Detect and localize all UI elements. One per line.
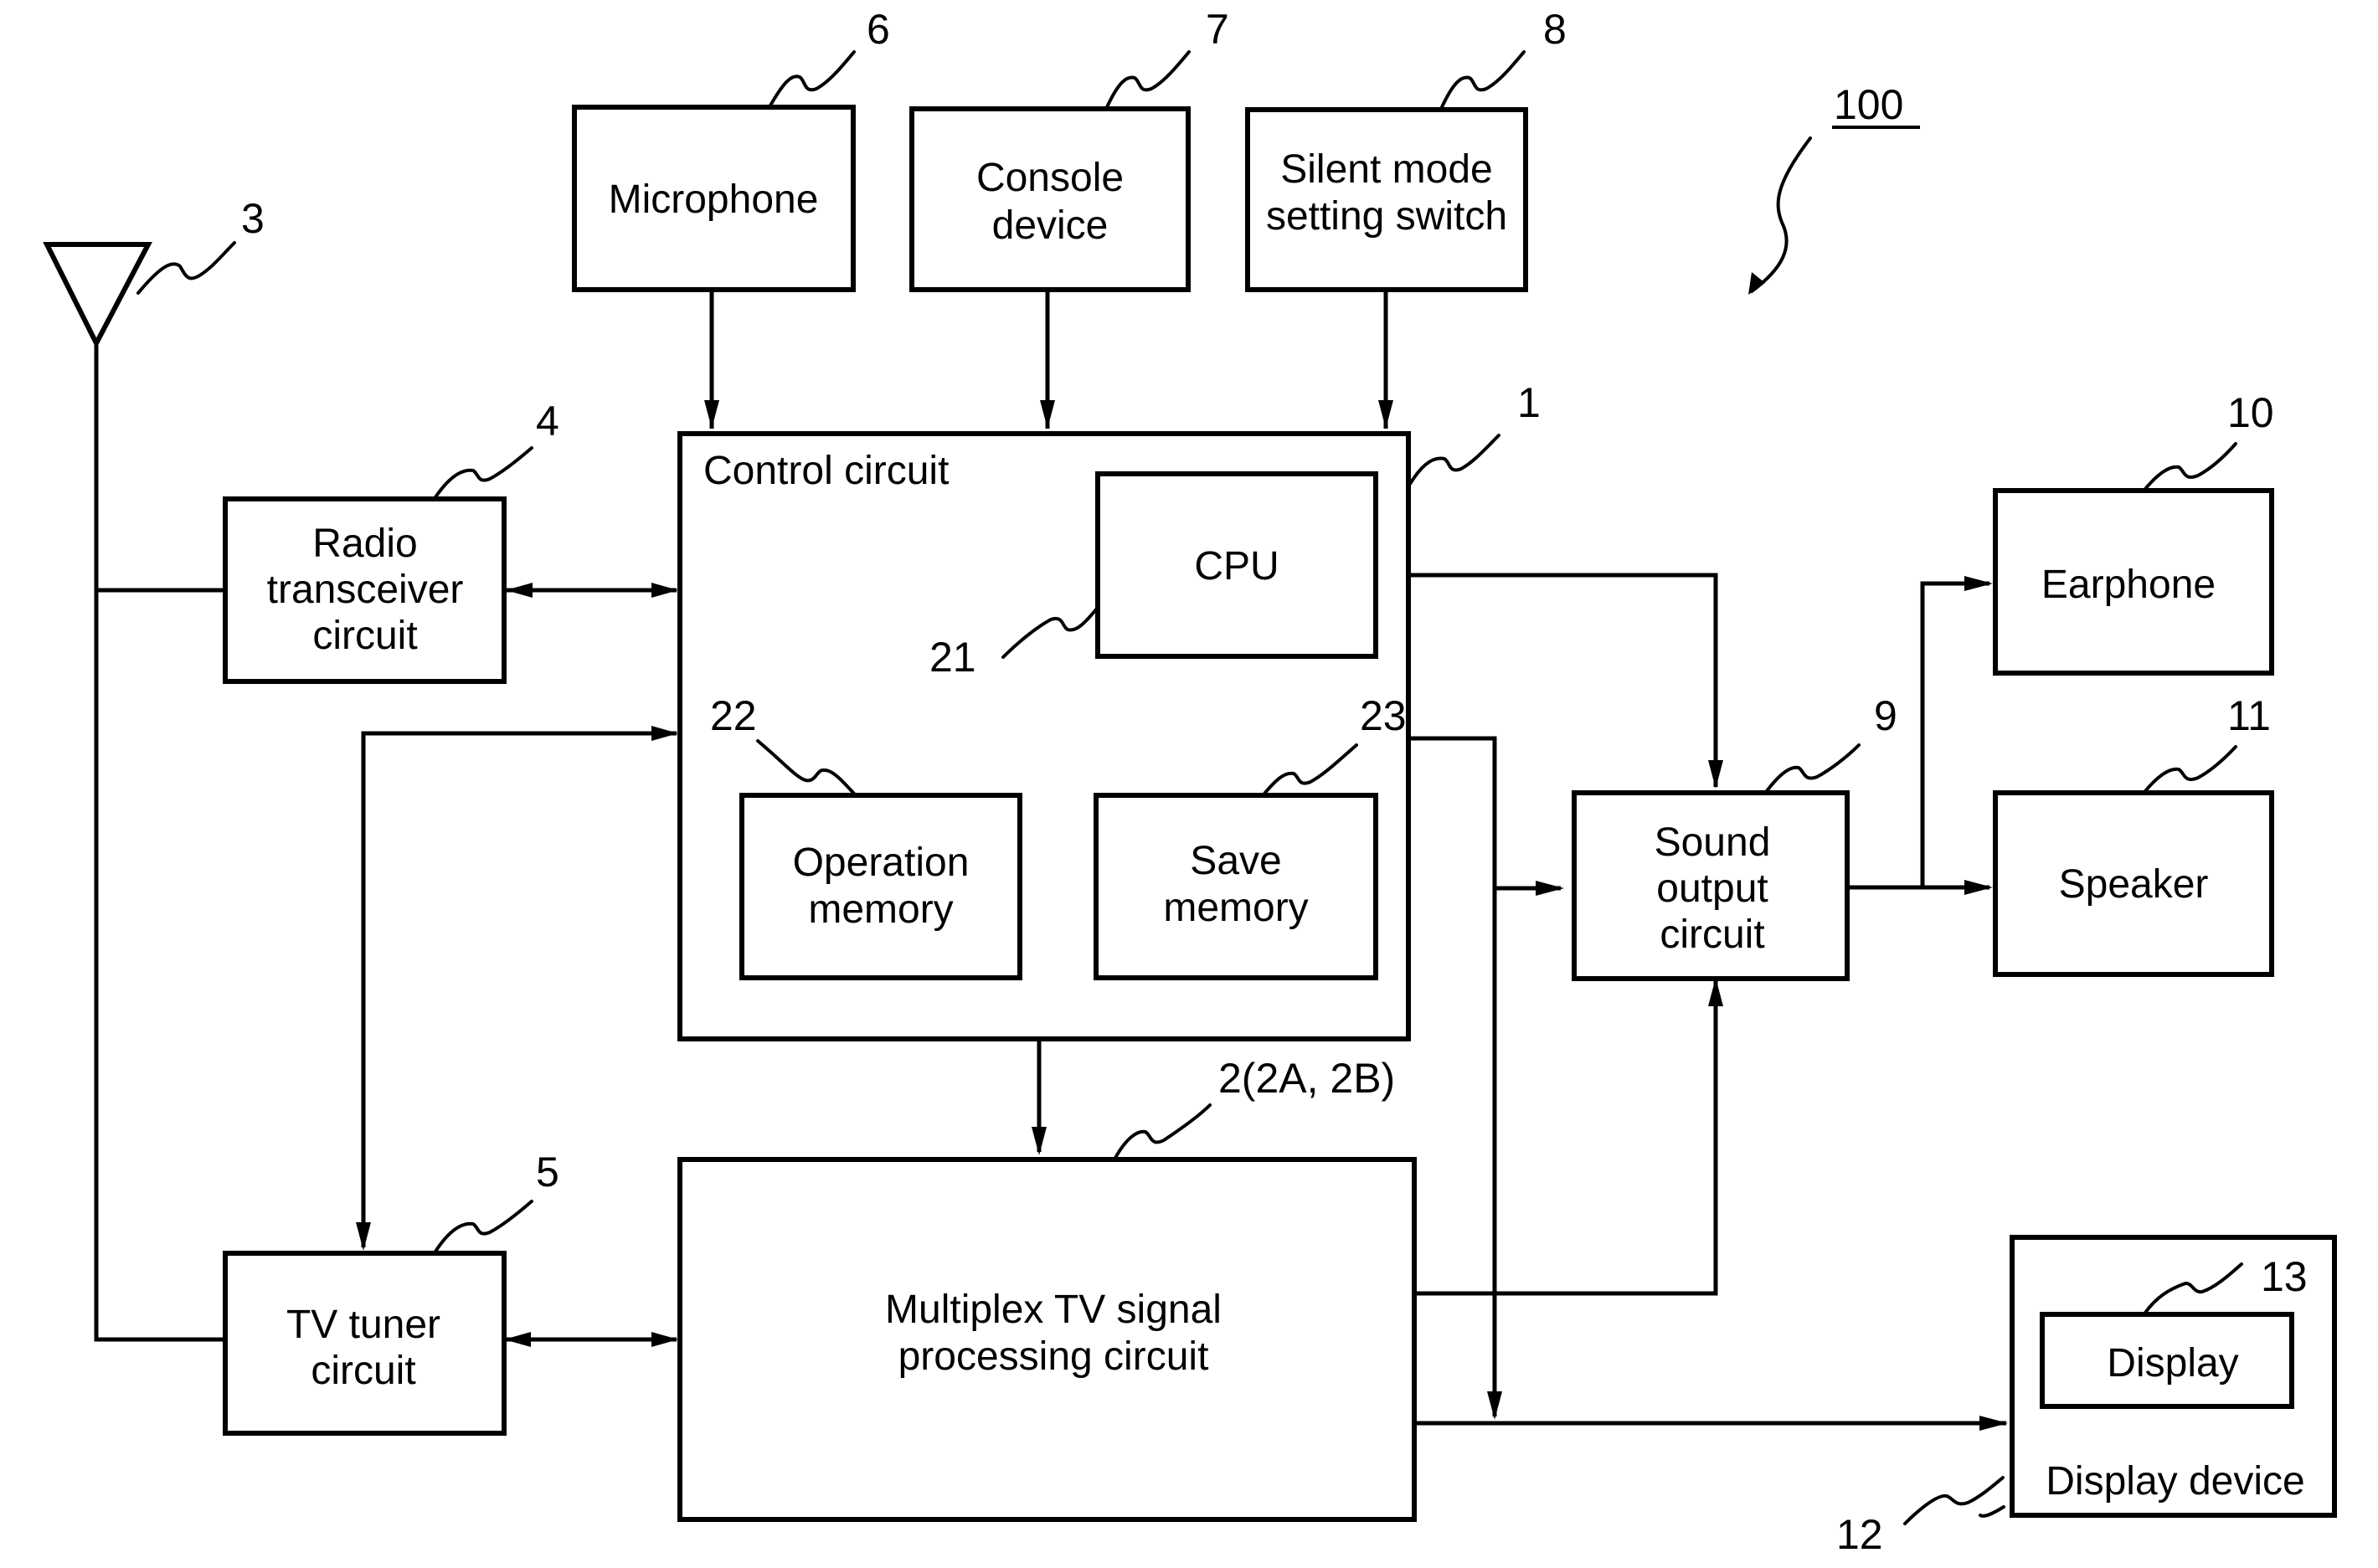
operation-memory-label-line2: memory — [808, 887, 953, 932]
silent-switch-ref: 8 — [1543, 6, 1567, 53]
wire-control-sound — [1408, 573, 1718, 787]
arrowhead — [1536, 881, 1564, 896]
arrowhead — [356, 1222, 371, 1251]
arrowhead — [651, 726, 678, 741]
figure-reference-number: 100 — [1834, 81, 1903, 128]
microphone-label: Microphone — [609, 177, 819, 222]
speaker-block: Speaker 11 — [1993, 692, 2274, 977]
console-label-line1: Console — [976, 156, 1124, 200]
block-diagram: 100 3 Microphone 6 Console device 7 Sile… — [43, 6, 2337, 1558]
control-leader — [1408, 434, 1500, 486]
arrowhead — [1040, 400, 1055, 429]
arrowhead — [1032, 1127, 1047, 1155]
arrowhead — [504, 1332, 531, 1347]
arrowhead — [651, 1332, 678, 1347]
console-ref: 7 — [1206, 6, 1229, 53]
save-memory-label-line2: memory — [1163, 886, 1308, 930]
arrowhead — [506, 583, 533, 598]
radio-ref: 4 — [536, 398, 559, 445]
display-ref: 13 — [2261, 1253, 2308, 1300]
silent-switch-label-line1: Silent mode — [1280, 147, 1492, 192]
antenna-ref: 3 — [241, 195, 265, 242]
sound-output-block: Sound output circuit 9 — [1572, 692, 1897, 981]
control-ref: 1 — [1517, 379, 1541, 426]
wire-antenna-tvtuner — [94, 343, 225, 1342]
tv-tuner-label-line2: circuit — [311, 1349, 415, 1393]
wire-multiplex-sound — [1414, 981, 1718, 1296]
arrowhead — [704, 400, 719, 429]
operation-memory-label-line1: Operation — [793, 841, 970, 885]
antenna: 3 — [43, 195, 265, 349]
figure-reference-arrowhead — [1748, 272, 1765, 295]
wire-control-bus — [1408, 736, 1497, 1416]
tv-tuner-leader — [434, 1200, 533, 1253]
cpu-label: CPU — [1194, 544, 1279, 589]
arrowhead — [1487, 1391, 1502, 1420]
arrowhead — [1378, 400, 1393, 429]
cpu-ref: 21 — [929, 634, 976, 681]
speaker-ref: 11 — [2227, 692, 2271, 739]
radio-label-line2: transceiver — [267, 568, 464, 612]
operation-memory-box — [739, 793, 1022, 980]
tv-tuner-ref: 5 — [536, 1149, 559, 1195]
wire-sound-earphone — [1847, 581, 1989, 890]
multiplex-block: Multiplex TV signal processing circuit 2… — [677, 1055, 1417, 1522]
microphone-block: Microphone 6 — [572, 6, 890, 292]
arrowhead — [1708, 978, 1723, 1006]
radio-label-line3: circuit — [312, 614, 417, 658]
silent-switch-leader — [1440, 50, 1526, 109]
earphone-block: Earphone 10 — [1993, 389, 2274, 676]
microphone-leader — [769, 50, 856, 107]
arrowhead — [1979, 1416, 2008, 1431]
display-device-ref: 12 — [1836, 1511, 1883, 1558]
save-memory-ref: 23 — [1360, 692, 1407, 739]
radio-label-line1: Radio — [312, 522, 417, 566]
operation-memory-ref: 22 — [710, 692, 757, 739]
figure-reference-leader — [1750, 136, 1812, 293]
tv-tuner-block: TV tuner circuit 5 — [223, 1149, 559, 1436]
speaker-leader — [2144, 745, 2237, 793]
multiplex-label-line2: processing circuit — [898, 1334, 1209, 1379]
radio-block: Radio transceiver circuit 4 — [223, 398, 559, 684]
control-block: Control circuit 1 CPU 21 Operation memor… — [677, 379, 1541, 1041]
microphone-ref: 6 — [867, 6, 890, 53]
antenna-leader — [136, 241, 236, 295]
earphone-leader — [2144, 442, 2237, 491]
silent-switch-label-line2: setting switch — [1266, 194, 1507, 239]
save-memory-label-line1: Save — [1190, 839, 1281, 883]
speaker-label: Speaker — [2059, 862, 2209, 907]
multiplex-ref: 2(2A, 2B) — [1218, 1055, 1395, 1102]
radio-leader — [434, 446, 533, 499]
control-label: Control circuit — [703, 449, 949, 493]
console-label-line2: device — [992, 203, 1109, 248]
display-label: Display — [2107, 1341, 2238, 1385]
earphone-ref: 10 — [2227, 389, 2274, 436]
tv-tuner-label-line1: TV tuner — [286, 1303, 440, 1347]
wire-control-tvtuner — [361, 731, 677, 1247]
multiplex-leader — [1114, 1103, 1212, 1159]
display-device-block: Display device 12 Display 13 — [1836, 1235, 2337, 1558]
console-leader — [1105, 50, 1191, 109]
antenna-icon — [43, 242, 152, 349]
sound-output-ref: 9 — [1874, 692, 1897, 739]
sound-output-label-line2: output — [1656, 866, 1768, 911]
display-device-leader-tail — [1979, 1505, 2005, 1518]
sound-output-label-line1: Sound — [1655, 820, 1771, 865]
sound-output-label-line3: circuit — [1660, 913, 1764, 957]
console-block: Console device 7 — [909, 6, 1229, 292]
arrowhead — [1964, 880, 1993, 895]
figure-reference: 100 — [1748, 81, 1920, 295]
arrowhead — [651, 583, 678, 598]
arrowhead — [1708, 760, 1723, 789]
earphone-label: Earphone — [2041, 563, 2216, 607]
silent-switch-block: Silent mode setting switch 8 — [1245, 6, 1567, 292]
sound-output-leader — [1765, 743, 1861, 793]
arrowhead — [1964, 576, 1993, 591]
display-device-label: Display device — [2046, 1459, 2304, 1504]
multiplex-label-line1: Multiplex TV signal — [885, 1288, 1222, 1332]
